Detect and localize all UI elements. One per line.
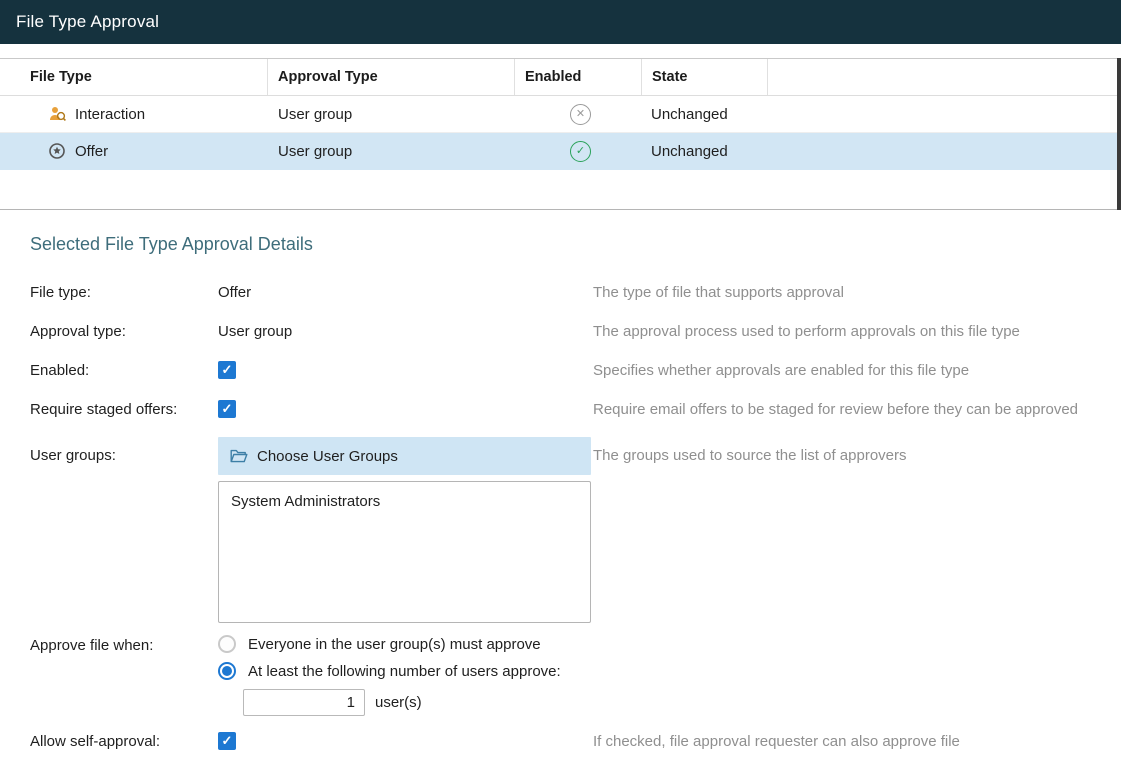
interaction-icon (48, 105, 66, 123)
cell-file-type: Interaction (0, 96, 268, 132)
cell-approval-type: User group (268, 133, 515, 169)
offer-icon (48, 142, 66, 160)
disabled-circle-icon: ✕ (570, 104, 591, 125)
cell-empty (768, 96, 1121, 132)
approver-count-input[interactable] (243, 689, 365, 716)
user-groups-description: The groups used to source the list of ap… (593, 437, 1121, 464)
choose-user-groups-button[interactable]: Choose User Groups (218, 437, 591, 475)
table-right-edge (1117, 58, 1121, 210)
enabled-label: Enabled: (30, 362, 218, 379)
radio-everyone-label: Everyone in the user group(s) must appro… (248, 636, 541, 653)
enabled-checkbox[interactable]: ✓ (218, 361, 236, 379)
self-approval-checkbox[interactable]: ✓ (218, 732, 236, 750)
table-row-offer[interactable]: Offer User group ✓ Unchanged (0, 133, 1121, 170)
cell-enabled: ✕ (515, 96, 642, 132)
approver-count-suffix: user(s) (375, 694, 422, 711)
cell-approval-type: User group (268, 96, 515, 132)
cell-empty (768, 133, 1121, 169)
field-row-enabled: Enabled: ✓ Specifies whether approvals a… (30, 359, 1121, 381)
field-row-self-approval: Allow self-approval: ✓ If checked, file … (30, 730, 1121, 752)
approval-type-label: Approval type: (30, 323, 218, 340)
file-type-text: Offer (75, 143, 108, 160)
require-staged-description: Require email offers to be staged for re… (593, 401, 1121, 418)
require-staged-label: Require staged offers: (30, 401, 218, 418)
page-title: File Type Approval (16, 12, 159, 32)
column-header-enabled[interactable]: Enabled (515, 59, 642, 95)
column-header-file-type[interactable]: File Type (0, 59, 268, 95)
cell-state: Unchanged (642, 96, 768, 132)
file-type-approval-table: File Type Approval Type Enabled State In… (0, 58, 1121, 210)
field-row-user-groups: User groups: Choose User Groups System A… (30, 437, 1121, 623)
enabled-circle-icon: ✓ (570, 141, 591, 162)
field-row-require-staged: Require staged offers: ✓ Require email o… (30, 398, 1121, 420)
file-type-text: Interaction (75, 106, 145, 123)
radio-at-least-label: At least the following number of users a… (248, 663, 561, 680)
table-header-row: File Type Approval Type Enabled State (0, 59, 1121, 96)
column-header-approval-type[interactable]: Approval Type (268, 59, 515, 95)
field-row-file-type: File type: Offer The type of file that s… (30, 281, 1121, 303)
column-header-empty (768, 59, 1121, 95)
self-approval-description: If checked, file approval requester can … (593, 733, 1121, 750)
cell-state: Unchanged (642, 133, 768, 169)
user-group-list-item[interactable]: System Administrators (219, 482, 590, 510)
file-type-label: File type: (30, 284, 218, 301)
details-section: Selected File Type Approval Details File… (0, 234, 1121, 752)
details-section-title: Selected File Type Approval Details (30, 234, 1121, 255)
field-row-approve-when: Approve file when: Everyone in the user … (30, 635, 1121, 716)
folder-icon (230, 448, 248, 464)
approval-type-description: The approval process used to perform app… (593, 323, 1121, 340)
choose-user-groups-label: Choose User Groups (257, 448, 398, 465)
field-row-approval-type: Approval type: User group The approval p… (30, 320, 1121, 342)
table-row-interaction[interactable]: Interaction User group ✕ Unchanged (0, 96, 1121, 133)
approval-type-value: User group (218, 323, 593, 340)
user-groups-listbox: System Administrators (218, 481, 591, 623)
require-staged-checkbox[interactable]: ✓ (218, 400, 236, 418)
enabled-description: Specifies whether approvals are enabled … (593, 362, 1121, 379)
column-header-state[interactable]: State (642, 59, 768, 95)
self-approval-label: Allow self-approval: (30, 733, 218, 750)
user-groups-label: User groups: (30, 437, 218, 464)
cell-enabled: ✓ (515, 133, 642, 169)
radio-at-least-number[interactable] (218, 662, 236, 680)
window-title-bar: File Type Approval (0, 0, 1121, 44)
radio-everyone-approves[interactable] (218, 635, 236, 653)
approve-when-label: Approve file when: (30, 635, 218, 654)
cell-file-type: Offer (0, 133, 268, 169)
file-type-value: Offer (218, 284, 593, 301)
file-type-description: The type of file that supports approval (593, 284, 1121, 301)
